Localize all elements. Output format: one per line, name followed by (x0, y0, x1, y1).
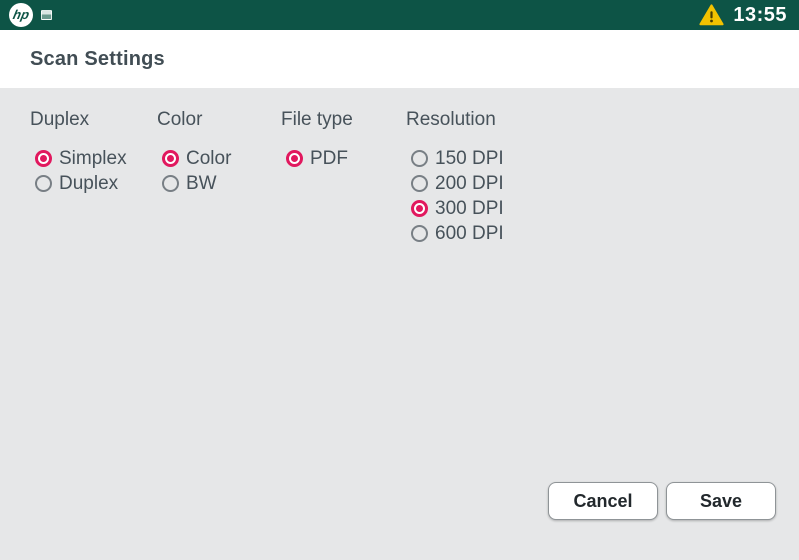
group-label: File type (281, 110, 406, 130)
radio-icon[interactable] (162, 150, 179, 167)
radio-icon[interactable] (162, 175, 179, 192)
radio-icon[interactable] (411, 225, 428, 242)
radio-icon[interactable] (35, 150, 52, 167)
action-buttons: Cancel Save (548, 482, 776, 520)
setting-group-resolution: Resolution 150 DPI 200 DPI 300 DPI 600 D… (406, 110, 606, 246)
group-label: Resolution (406, 110, 606, 130)
settings-groups-row: Duplex Simplex Duplex Color Color BW (0, 88, 799, 246)
radio-option-color[interactable]: Color (157, 146, 281, 171)
radio-icon[interactable] (35, 175, 52, 192)
radio-label: Duplex (59, 173, 118, 195)
radio-option-simplex[interactable]: Simplex (30, 146, 157, 171)
setting-group-color: Color Color BW (157, 110, 281, 246)
radio-icon[interactable] (411, 175, 428, 192)
radio-icon[interactable] (411, 200, 428, 217)
radio-label: 600 DPI (435, 223, 504, 245)
network-status-icon (41, 10, 52, 20)
radio-label: 300 DPI (435, 198, 504, 220)
radio-option-600dpi[interactable]: 600 DPI (406, 221, 606, 246)
topbar: hp 13:55 (0, 0, 799, 30)
radio-label: Simplex (59, 148, 127, 170)
clock-time: 13:55 (733, 4, 787, 27)
title-band: Scan Settings (0, 30, 799, 88)
page-title: Scan Settings (30, 48, 165, 71)
radio-label: Color (186, 148, 231, 170)
hp-logo-text: hp (11, 8, 30, 23)
radio-label: PDF (310, 148, 348, 170)
warning-icon[interactable] (699, 4, 724, 26)
radio-option-150dpi[interactable]: 150 DPI (406, 146, 606, 171)
setting-group-filetype: File type PDF (281, 110, 406, 246)
radio-icon[interactable] (286, 150, 303, 167)
topbar-status-area: 13:55 (699, 4, 787, 27)
save-button[interactable]: Save (666, 482, 776, 520)
group-label: Color (157, 110, 281, 130)
radio-option-pdf[interactable]: PDF (281, 146, 406, 171)
setting-group-duplex: Duplex Simplex Duplex (30, 110, 157, 246)
radio-label: 150 DPI (435, 148, 504, 170)
radio-label: 200 DPI (435, 173, 504, 195)
radio-label: BW (186, 173, 217, 195)
radio-option-300dpi[interactable]: 300 DPI (406, 196, 606, 221)
group-label: Duplex (30, 110, 157, 130)
radio-option-200dpi[interactable]: 200 DPI (406, 171, 606, 196)
hp-logo-icon: hp (9, 3, 33, 27)
cancel-button[interactable]: Cancel (548, 482, 658, 520)
radio-option-bw[interactable]: BW (157, 171, 281, 196)
radio-option-duplex[interactable]: Duplex (30, 171, 157, 196)
radio-icon[interactable] (411, 150, 428, 167)
